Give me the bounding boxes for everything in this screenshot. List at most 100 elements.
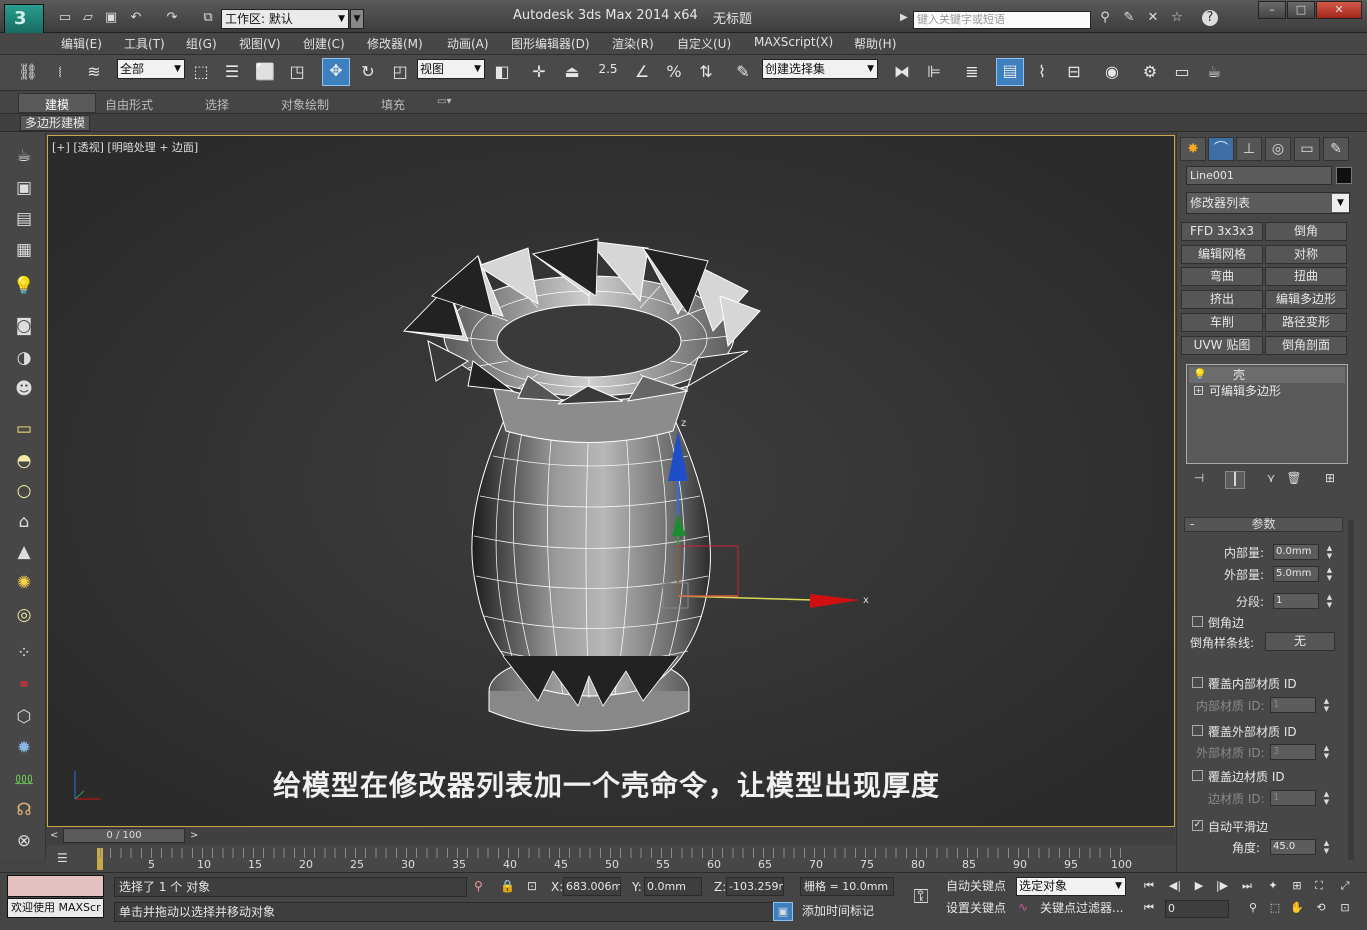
auto-key-button[interactable]: 自动关键点 [946,878,1006,897]
layer-manager-icon[interactable]: ≣ [960,60,984,84]
modifier-list-select[interactable]: 修改器列表 ▼ [1186,192,1350,214]
select-object-icon[interactable]: ⬚ [189,60,213,84]
sphere-half-icon[interactable]: ◑ [12,346,36,370]
named-selection-select[interactable]: 创建选择集 ▼ [762,59,878,79]
ribbon-tab-selection[interactable]: 选择 [205,96,229,113]
display-tab-icon[interactable]: ▭ [1294,137,1320,161]
teapot-small-icon[interactable]: ⌂ [12,510,36,534]
show-end-result-icon[interactable]: ┃ [1225,471,1245,489]
maxscript-welcome[interactable]: 欢迎使用 MAXScr [7,898,104,918]
params-rollout-header[interactable]: - 参数 [1184,517,1343,532]
isolate-selection-icon[interactable]: ⚲ [474,879,483,893]
mod-btn-bend[interactable]: 弯曲 [1181,267,1263,286]
auto-smooth-checkbox[interactable]: ✓ [1192,820,1203,831]
exchange-icon[interactable]: ✕ [1144,10,1162,26]
time-prev-icon[interactable]: < [50,830,58,841]
vase-model[interactable]: x z [48,136,1175,827]
ribbon-options-icon[interactable]: ▭▾ [437,96,451,107]
previous-frame-icon[interactable]: ◀| [1166,879,1184,895]
outer-amount-input[interactable]: 5.0mm [1273,566,1319,582]
menu-help[interactable]: 帮助(H) [854,35,896,52]
help-icon[interactable]: ? [1202,10,1218,26]
sphere-icon[interactable]: ○ [12,479,36,503]
mod-btn-symmetry[interactable]: 对称 [1265,245,1347,264]
curve-editor-icon[interactable]: ⌇ [1030,60,1054,84]
mod-btn-extrude[interactable]: 挤出 [1181,290,1263,309]
configure-sets-icon[interactable]: ⊞ [1320,471,1340,489]
rect-selection-icon[interactable]: ⬜ [253,60,277,84]
key-filter-curve-icon[interactable]: ∿ [1018,900,1028,914]
spinner-snap-icon[interactable]: ⇅ [694,60,718,84]
motion-tab-icon[interactable]: ◎ [1265,137,1291,161]
modify-tab-icon[interactable]: ⌒ [1208,137,1234,161]
object-color-swatch[interactable] [1336,167,1352,184]
select-move-icon[interactable]: ✥ [322,58,350,86]
bind-spacewarp-icon[interactable]: ≋ [82,60,106,84]
make-unique-icon[interactable]: ⋎ [1261,471,1281,489]
sun-icon[interactable]: ✺ [12,571,36,595]
next-frame-icon[interactable]: |▶ [1213,879,1231,895]
maximize-button[interactable]: □ [1287,1,1315,19]
selection-filter-select[interactable]: 全部 ▼ [117,59,185,79]
panel-scrollbar[interactable] [1348,520,1354,860]
zoom-extents-all-icon[interactable]: ⛶ [1310,879,1328,895]
maximize-viewport-icon[interactable]: ⊡ [1336,901,1354,917]
angle-input[interactable]: 45.0 [1270,839,1316,855]
go-to-start-icon[interactable]: ⏮ [1140,879,1158,895]
stack-item-editable-poly[interactable]: + 可编辑多边形 [1189,383,1345,399]
ribbon-tab-modeling[interactable]: 建模 [45,96,69,113]
edge-mat-input[interactable]: 1 [1270,790,1316,806]
search-input[interactable]: 键入关键字或短语 [913,11,1091,29]
cone-icon[interactable]: ▲ [12,540,36,564]
mod-btn-lathe[interactable]: 车削 [1181,313,1263,332]
set-key-button[interactable]: 设置关键点 [946,900,1006,919]
graphite-ribbon-icon[interactable]: ▤ [996,58,1024,86]
teapot-icon[interactable]: ☕ [12,144,36,168]
mod-btn-ffd[interactable]: FFD 3x3x3 [1181,222,1263,241]
manipulate-icon[interactable]: ✛ [527,60,551,84]
hair-fur-icon[interactable]: ☊ [12,798,36,822]
expand-plus-icon[interactable]: + [1194,386,1203,395]
key-filters-button[interactable]: 关键点过滤器... [1040,900,1123,919]
current-frame-input[interactable]: 0 [1165,900,1229,918]
curve-editor-mini-icon[interactable]: ☰ [57,851,68,865]
pan-hand-icon[interactable]: ✋ [1288,901,1306,917]
go-to-end-icon[interactable]: ⏭ [1238,879,1256,895]
menu-tools[interactable]: 工具(T) [124,35,165,52]
y-coord-input[interactable]: 0.0mm [644,877,702,896]
remove-modifier-icon[interactable]: 🗑 [1284,471,1304,489]
ribbon-tab-object-paint[interactable]: 对象绘制 [281,96,329,113]
menu-modifiers[interactable]: 修改器(M) [367,35,423,52]
maxscript-listener-mini[interactable] [7,875,104,897]
expand-search-icon[interactable]: ▶ [900,12,910,28]
polygon-modeling-panel[interactable]: 多边形建模 [20,115,91,131]
mod-btn-uvw-map[interactable]: UVW 贴图 [1181,336,1263,355]
redo-icon[interactable]: ↷ [163,10,181,26]
notes-icon[interactable]: ▤ [12,207,36,231]
mod-btn-bevel-profile[interactable]: 倒角剖面 [1265,336,1347,355]
menu-group[interactable]: 组(G) [186,35,217,52]
workspace-select[interactable]: 工作区: 默认 ▼ [221,9,349,29]
outer-mat-input[interactable]: 3 [1270,744,1316,760]
override-inner-checkbox[interactable] [1192,677,1203,688]
lock-selection-icon[interactable]: 🔒 [500,879,515,893]
reference-coord-select[interactable]: 视图 ▼ [417,59,485,79]
time-slider-thumb[interactable]: 0 / 100 [63,828,185,843]
time-slider[interactable] [47,827,1175,845]
override-edge-checkbox[interactable] [1192,770,1203,781]
favorites-icon[interactable]: ☆ [1168,10,1186,26]
stack-item-shell[interactable]: 💡 壳 [1189,367,1345,383]
pin-stack-icon[interactable]: ⊣ [1189,471,1209,489]
unlink-icon[interactable]: ⧙ [48,60,72,84]
molecule-icon[interactable]: ⚭ [12,673,36,697]
mod-btn-edit-poly[interactable]: 编辑多边形 [1265,290,1347,309]
schematic-view-icon[interactable]: ⊟ [1062,60,1086,84]
render-production-icon[interactable]: ☕ [1202,60,1226,84]
inner-mat-input[interactable]: 1 [1270,697,1316,713]
align-icon[interactable]: ⊫ [922,60,946,84]
mirror-icon[interactable]: ⧓ [890,60,914,84]
menu-customize[interactable]: 自定义(U) [677,35,731,52]
app-logo-icon[interactable]: 3 [4,4,44,34]
rendered-frame-icon[interactable]: ▭ [1170,60,1194,84]
key-mode-toggle-icon[interactable]: ⏮ [1140,901,1158,917]
